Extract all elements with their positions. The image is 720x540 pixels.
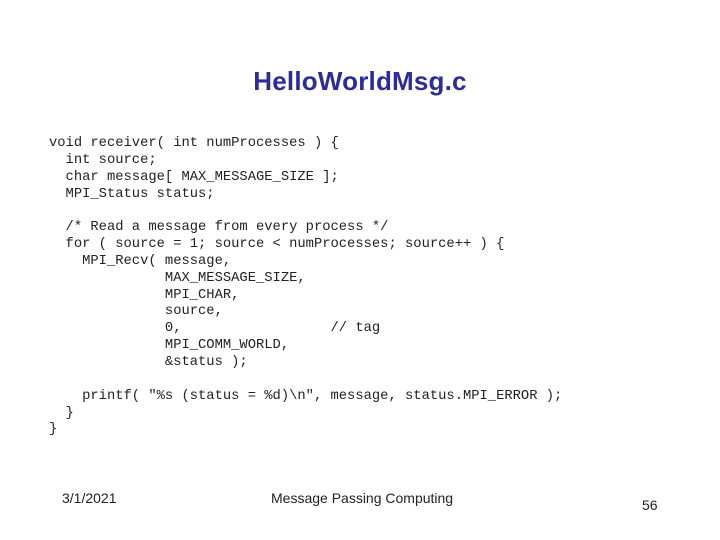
code-line: void receiver( int numProcesses ) { <box>49 136 339 151</box>
code-line: MAX_MESSAGE_SIZE, <box>49 270 306 286</box>
code-line: printf( "%s (status = %d)\n", message, s… <box>49 388 563 404</box>
code-line: MPI_COMM_WORLD, <box>49 338 290 354</box>
footer-title: Message Passing Computing <box>271 490 454 506</box>
footer-date: 3/1/2021 <box>62 490 117 506</box>
code-line: /* Read a message from every process */ <box>49 220 389 236</box>
page-number: 56 <box>642 497 658 513</box>
code-line: MPI_Status status; <box>49 186 215 202</box>
code-line: MPI_CHAR, <box>49 287 240 303</box>
code-line: MPI_Recv( message, <box>49 253 232 269</box>
code-line: &status ); <box>49 354 248 370</box>
code-line: char message[ MAX_MESSAGE_SIZE ]; <box>49 169 339 185</box>
code-line: 0, // tag <box>49 321 381 337</box>
code-line: for ( source = 1; source < numProcesses;… <box>49 237 505 253</box>
code-line: int source; <box>49 152 157 168</box>
slide-title: HelloWorldMsg.c <box>253 66 467 96</box>
code-block: void receiver( int numProcesses ) { int … <box>49 136 562 439</box>
code-line: } <box>49 422 58 438</box>
code-line: source, <box>49 304 223 320</box>
code-line: } <box>49 405 74 421</box>
